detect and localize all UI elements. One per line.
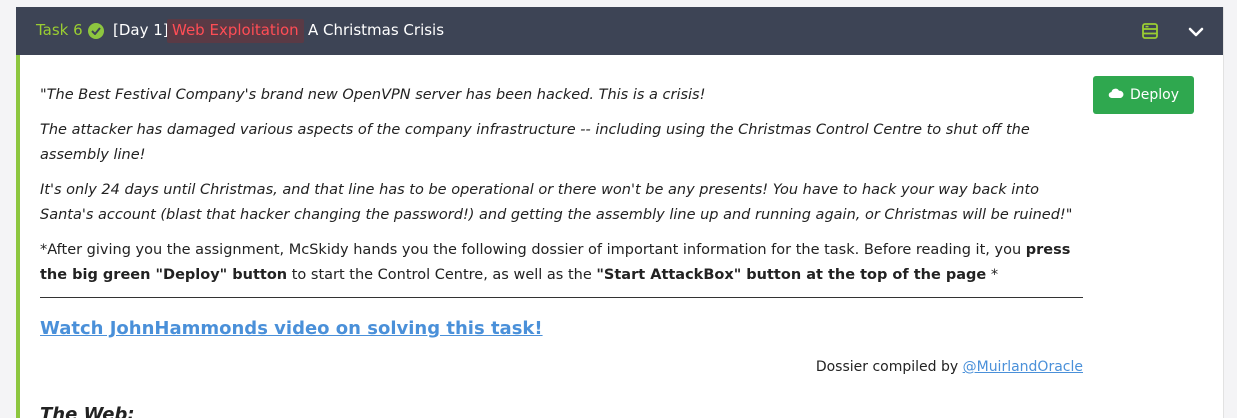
instructions-paragraph: *After giving you the assignment, McSkid… — [40, 238, 1085, 288]
chevron-down-icon[interactable] — [1188, 24, 1204, 38]
category-tag: Web Exploitation — [167, 19, 304, 43]
intro-paragraph-3: It's only 24 days until Christmas, and t… — [40, 182, 1073, 223]
task-title: A Christmas Crisis — [308, 21, 445, 39]
deploy-label: Deploy — [1129, 87, 1180, 103]
video-link[interactable]: Watch JohnHammonds video on solving this… — [40, 318, 543, 339]
server-icon[interactable] — [1142, 23, 1158, 39]
cloud-icon — [1108, 87, 1124, 103]
divider — [40, 297, 1083, 298]
intro-paragraph-1: "The Best Festival Company's brand new O… — [40, 87, 706, 103]
instructions-text-e: * — [986, 267, 999, 283]
section-heading: The Web: — [40, 404, 135, 418]
check-circle-icon — [88, 23, 104, 39]
task-body: Deploy "The Best Festival Company's bran… — [16, 55, 1223, 418]
task-card: Task 6 [Day 1] Web Exploitation A Christ… — [16, 7, 1224, 418]
task-number: Task 6 — [36, 21, 83, 39]
credit-prefix: Dossier compiled by — [815, 359, 963, 375]
attackbox-instruction: "Start AttackBox" button at the top of t… — [596, 267, 987, 283]
author-link[interactable]: @MuirlandOracle — [963, 359, 1083, 375]
task-header[interactable]: Task 6 [Day 1] Web Exploitation A Christ… — [16, 7, 1223, 55]
dossier-credit: Dossier compiled by @MuirlandOracle — [816, 359, 1083, 375]
deploy-button[interactable]: Deploy — [1093, 76, 1194, 114]
intro-paragraph-2: The attacker has damaged various aspects… — [40, 122, 1030, 163]
instructions-text-a: *After giving you the assignment, McSkid… — [40, 242, 1026, 258]
instructions-text-c: to start the Control Centre, as well as … — [287, 267, 597, 283]
task-day: [Day 1] — [113, 21, 169, 39]
